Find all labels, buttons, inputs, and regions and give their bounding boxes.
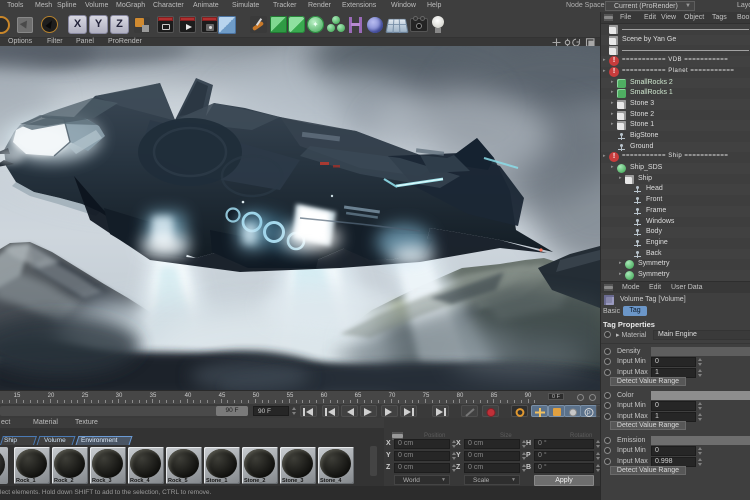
svg-text:P: P (586, 411, 590, 417)
